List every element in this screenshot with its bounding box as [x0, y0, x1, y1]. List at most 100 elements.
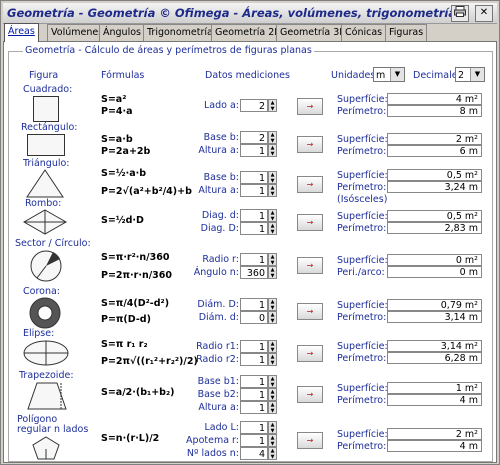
param-label: Radio r2: [196, 354, 239, 365]
shape-name: Rectángulo: [21, 122, 78, 133]
formula: S=π r₁ r₂ P=2π√((r₁²+r₂²)/2) [101, 339, 198, 367]
spin-button[interactable]: ▲ ▼ [268, 447, 277, 460]
calc-button[interactable]: → [297, 303, 323, 320]
tab-trigonometria[interactable]: Trigonometría [143, 24, 217, 41]
spin-button[interactable]: ▲ ▼ [268, 209, 277, 222]
result-value: 2 m² [387, 428, 482, 440]
result-label: Perímetro: [337, 441, 387, 452]
tab-conicas[interactable]: Cónicas [341, 24, 387, 41]
formula: S=½d·D [101, 215, 144, 226]
spin-button[interactable]: ▲ ▼ [268, 353, 277, 366]
result-label: Perímetro: [337, 395, 387, 406]
calc-button[interactable]: → [297, 214, 323, 231]
param-input[interactable]: 360 [240, 266, 268, 279]
formula: S=a/2·(b₁+b₂) [101, 387, 175, 398]
trapezoid-icon [27, 382, 67, 410]
result-value: 3,14 m² [387, 340, 482, 352]
calc-button[interactable]: → [297, 176, 323, 193]
row-cuadrado: Cuadrado: S=a² P=4·a Lado a: 2 ▲ ▼ → Super… [9, 84, 492, 122]
spin-button[interactable]: ▲ ▼ [268, 131, 277, 144]
spin-button[interactable]: ▲ ▼ [268, 266, 277, 279]
param-label: Diag. d: [201, 210, 239, 221]
result-label: Superfície: [337, 94, 388, 105]
tab-areas[interactable]: Áreas [4, 23, 39, 42]
param-input[interactable]: 1 [240, 401, 268, 414]
formula: S=a² P=4·a [101, 94, 133, 117]
param-input[interactable]: 1 [240, 209, 268, 222]
param-input[interactable]: 1 [240, 421, 268, 434]
tab-figuras[interactable]: Figuras [385, 24, 428, 41]
spin-button[interactable]: ▲ ▼ [268, 171, 277, 184]
row-sector: Sector / Círculo: S=π·r²·n/360 P=2π·r·n/3… [9, 238, 492, 284]
shape-name: Corona: [23, 286, 60, 297]
param-input[interactable]: 1 [240, 375, 268, 388]
calc-button[interactable]: → [297, 257, 323, 274]
param-input[interactable]: 1 [240, 434, 268, 447]
spin-button[interactable]: ▲ ▼ [268, 222, 277, 235]
calc-button[interactable]: → [297, 98, 323, 115]
shape-name: Triángulo: [23, 158, 70, 169]
arrow-right-icon: → [306, 102, 314, 111]
tab-angulos[interactable]: Ángulos [99, 24, 145, 41]
spin-button[interactable]: ▲ ▼ [268, 184, 277, 197]
calc-button[interactable]: → [297, 432, 323, 449]
spin-button[interactable]: ▲ ▼ [268, 421, 277, 434]
param-input[interactable]: 1 [240, 144, 268, 157]
param-input[interactable]: 2 [240, 99, 268, 112]
spin-button[interactable]: ▲ ▼ [268, 388, 277, 401]
spin-button[interactable]: ▲ ▼ [268, 144, 277, 157]
result-label: Superfície: [337, 429, 388, 440]
param-input[interactable]: 2 [240, 131, 268, 144]
spin-button[interactable]: ▲ ▼ [268, 99, 277, 112]
param-label: Diám. D: [197, 299, 239, 310]
close-button[interactable]: ✕ [475, 5, 493, 22]
result-value: 8 m [387, 105, 482, 117]
param-input[interactable]: 1 [240, 340, 268, 353]
spin-button[interactable]: ▲ ▼ [268, 311, 277, 324]
result-value: 0,5 m² [387, 210, 482, 222]
calc-button[interactable]: → [297, 136, 323, 153]
result-value: 3,24 m [387, 181, 482, 193]
decimales-select[interactable]: 2 ▼ [455, 67, 485, 82]
chevron-down-icon: ▼ [470, 68, 484, 81]
param-input[interactable]: 1 [240, 171, 268, 184]
formula: S=½·a·b P=2√(a²+b²/4)+b [101, 168, 192, 197]
param-label: Altura a: [198, 185, 239, 196]
tab-geometria-2d[interactable]: Geometría 2D [211, 24, 286, 41]
calc-button[interactable]: → [297, 386, 323, 403]
param-label: Base b1: [197, 376, 239, 387]
spin-button[interactable]: ▲ ▼ [268, 375, 277, 388]
param-input[interactable]: 1 [240, 184, 268, 197]
arrow-right-icon: → [306, 180, 314, 189]
result-value: 4 m [387, 394, 482, 406]
print-button[interactable] [451, 5, 469, 22]
param-input[interactable]: 1 [240, 388, 268, 401]
circle-sector-icon [30, 250, 62, 282]
result-label: Superfície: [337, 170, 388, 181]
param-input[interactable]: 1 [240, 353, 268, 366]
result-label: Superfície: [337, 341, 388, 352]
spin-button[interactable]: ▲ ▼ [268, 298, 277, 311]
result-label: Perímetro: [337, 353, 387, 364]
tab-geometria-3d[interactable]: Geometría 3D [276, 24, 351, 41]
spin-button[interactable]: ▲ ▼ [268, 253, 277, 266]
param-input[interactable]: 1 [240, 298, 268, 311]
result-value: 0 m² [387, 254, 482, 266]
unidades-select[interactable]: m ▼ [373, 67, 405, 82]
param-input[interactable]: 1 [240, 253, 268, 266]
param-input[interactable]: 4 [240, 447, 268, 460]
calc-button[interactable]: → [297, 345, 323, 362]
param-label: Diám. d: [198, 312, 239, 323]
param-label: Nº lados n: [186, 448, 239, 459]
result-value: 1 m² [387, 382, 482, 394]
group-title: Geometría - Cálculo de áreas y perímetro… [23, 45, 314, 56]
rhombus-icon [23, 209, 67, 235]
formula: S=π·r²·n/360 P=2π·r·n/360 [101, 252, 173, 281]
param-input[interactable]: 1 [240, 222, 268, 235]
spin-button[interactable]: ▲ ▼ [268, 434, 277, 447]
spin-button[interactable]: ▲ ▼ [268, 340, 277, 353]
tab-bar: Áreas Volúmenes Ángulos Trigonometría Ge… [3, 23, 497, 42]
spin-button[interactable]: ▲ ▼ [268, 401, 277, 414]
header-figura: Figura [29, 70, 59, 81]
param-input[interactable]: 0 [240, 311, 268, 324]
